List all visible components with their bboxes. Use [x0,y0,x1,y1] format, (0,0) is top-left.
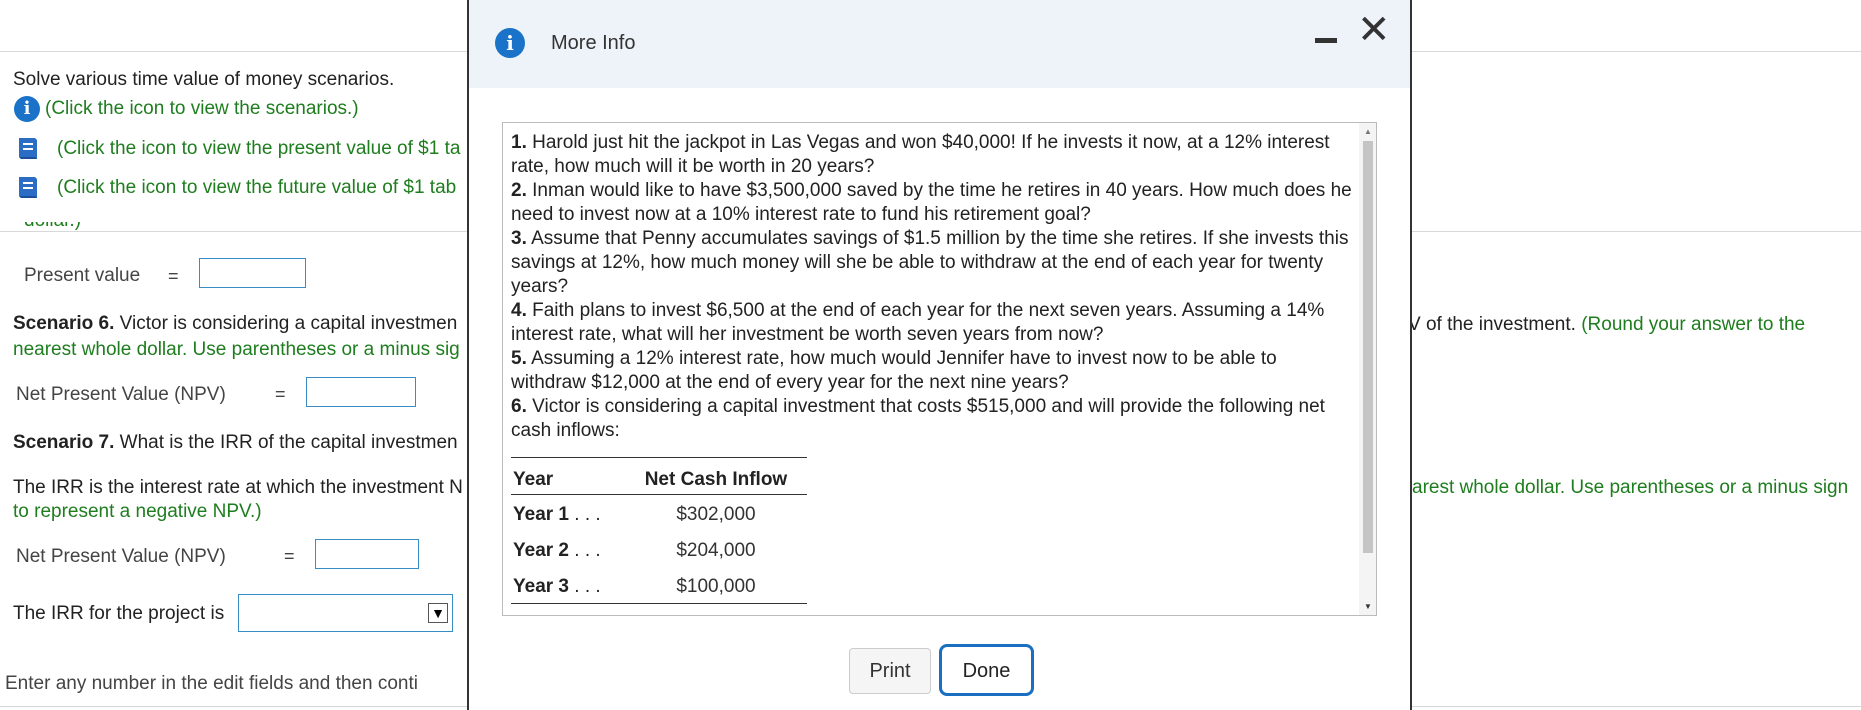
cash-inflow-table: Year Net Cash Inflow Year 1 . . . $302,0… [511,457,807,604]
scenario6-round-note: (Round your answer to the [1575,314,1806,335]
scenario-item: 4. Faith plans to invest $6,500 at the e… [511,299,1356,347]
scenario6-instruction: nearest whole dollar. Use parentheses or… [13,339,460,360]
pv-table-link-row[interactable]: (Click the icon to view the present valu… [14,135,460,163]
npv-input[interactable] [306,377,416,407]
info-icon: i [495,28,525,58]
year-label: Year 1 [513,504,569,525]
more-info-dialog: i More Info ✕ 1. Harold just hit the jac… [467,0,1412,710]
scenario-number: 6. [511,396,527,417]
scenario-list: 1. Harold just hit the jackpot in Las Ve… [511,131,1356,443]
pv-table-link[interactable]: (Click the icon to view the present valu… [57,138,460,160]
fv-table-link-row[interactable]: (Click the icon to view the future value… [14,174,456,202]
year-cell: Year 3 . . . [511,567,625,604]
scenarios-scroll-pane[interactable]: 1. Harold just hit the jackpot in Las Ve… [502,122,1377,616]
info-icon[interactable]: i [14,96,40,122]
year-label: Year 2 [513,540,569,561]
fv-table-link[interactable]: (Click the icon to view the future value… [57,177,456,199]
equals-sign: = [275,384,286,404]
present-value-label: Present value [24,265,141,286]
dropdown-arrow-icon[interactable]: ▼ [428,603,448,623]
close-icon[interactable]: ✕ [1357,10,1391,50]
scenario-text: Inman would like to have $3,500,000 save… [511,180,1352,225]
dialog-title: More Info [551,32,636,54]
scenario-number: 1. [511,132,527,153]
vertical-scrollbar[interactable]: ▲ ▼ [1359,123,1376,615]
present-value-input[interactable] [199,258,306,288]
cut-text: dollar.) [24,222,81,231]
table-header-year: Year [511,457,625,495]
scroll-up-arrow-icon[interactable]: ▲ [1364,127,1372,136]
table-row: Year 3 . . . $100,000 [511,567,807,604]
scenario-number: 3. [511,228,527,249]
scenario-number: 5. [511,348,527,369]
irr-right-instruction: arest whole dollar. Use parentheses or a… [1412,477,1849,498]
irr-explanation: The IRR is the interest rate at which th… [13,477,463,498]
inflow-cell: $100,000 [624,567,807,604]
scenario-item: 6. Victor is considering a capital inves… [511,395,1356,443]
intro-text: Solve various time value of money scenar… [13,69,395,90]
npv-label: Net Present Value (NPV) [16,384,226,405]
scenario7-text: Scenario 7. What is the IRR of the capit… [13,432,458,454]
scenario-text: Harold just hit the jackpot in Las Vegas… [511,132,1330,177]
scenario-item: 1. Harold just hit the jackpot in Las Ve… [511,131,1356,179]
leader-dots: . . . [574,576,601,597]
scenario6-right-label: V of the investment. [1408,314,1576,335]
leader-dots: . . . [574,540,601,561]
footer-text: Enter any number in the edit fields and … [5,673,418,694]
scroll-thumb[interactable] [1363,141,1373,553]
npv-input-2[interactable] [315,539,419,569]
scenario-number: 4. [511,300,527,321]
scenario-text: Faith plans to invest $6,500 at the end … [511,300,1325,345]
scenarios-link-row[interactable]: i (Click the icon to view the scenarios.… [14,96,359,122]
scenario-number: 2. [511,180,527,201]
table-row: Year 2 . . . $204,000 [511,531,807,567]
irr-select[interactable]: ▼ [238,594,453,632]
book-icon[interactable] [14,135,40,163]
scenarios-link[interactable]: (Click the icon to view the scenarios.) [45,98,359,120]
scenario6-text: Scenario 6. Victor is considering a capi… [13,313,457,335]
scenario-item: 2. Inman would like to have $3,500,000 s… [511,179,1356,227]
scenario6-right-text: V of the investment. (Round your answer … [1408,314,1805,336]
scenario7-label: Scenario 7. [13,432,115,453]
scenarios-content: 1. Harold just hit the jackpot in Las Ve… [511,131,1356,604]
year-label: Year 3 [513,576,569,597]
scenario-text: Assuming a 12% interest rate, how much w… [511,348,1277,393]
year-cell: Year 2 . . . [511,531,625,567]
minimize-icon[interactable] [1315,38,1337,43]
done-button[interactable]: Done [939,644,1034,696]
scenario6-label: Scenario 6. [13,313,115,334]
npv-label-2: Net Present Value (NPV) [16,546,226,567]
irr-project-label: The IRR for the project is [13,603,225,624]
dialog-header: i More Info ✕ [469,0,1410,88]
leader-dots: . . . [574,504,601,525]
scenario6-desc: Victor is considering a capital investme… [114,313,458,334]
inflow-cell: $302,000 [676,504,756,525]
table-header-inflow: Net Cash Inflow [624,457,807,495]
scenario-item: 3. Assume that Penny accumulates savings… [511,227,1356,299]
equals-sign: = [284,546,295,566]
equals-sign: = [168,266,179,286]
cut-text-wrap: dollar.) [24,222,81,231]
table-row: Year 1 . . . $302,000 [511,495,807,532]
scenario-item: 5. Assuming a 12% interest rate, how muc… [511,347,1356,395]
scenario-text: Assume that Penny accumulates savings of… [511,228,1349,297]
irr-instruction: to represent a negative NPV.) [13,501,262,522]
inflow-cell: $204,000 [676,540,756,561]
print-button[interactable]: Print [849,648,931,694]
year-cell: Year 1 . . . [511,495,625,532]
scroll-down-arrow-icon[interactable]: ▼ [1364,602,1372,611]
book-icon[interactable] [14,174,40,202]
scenario-text: Victor is considering a capital investme… [511,396,1325,441]
scenario7-desc: What is the IRR of the capital investmen [114,432,458,453]
